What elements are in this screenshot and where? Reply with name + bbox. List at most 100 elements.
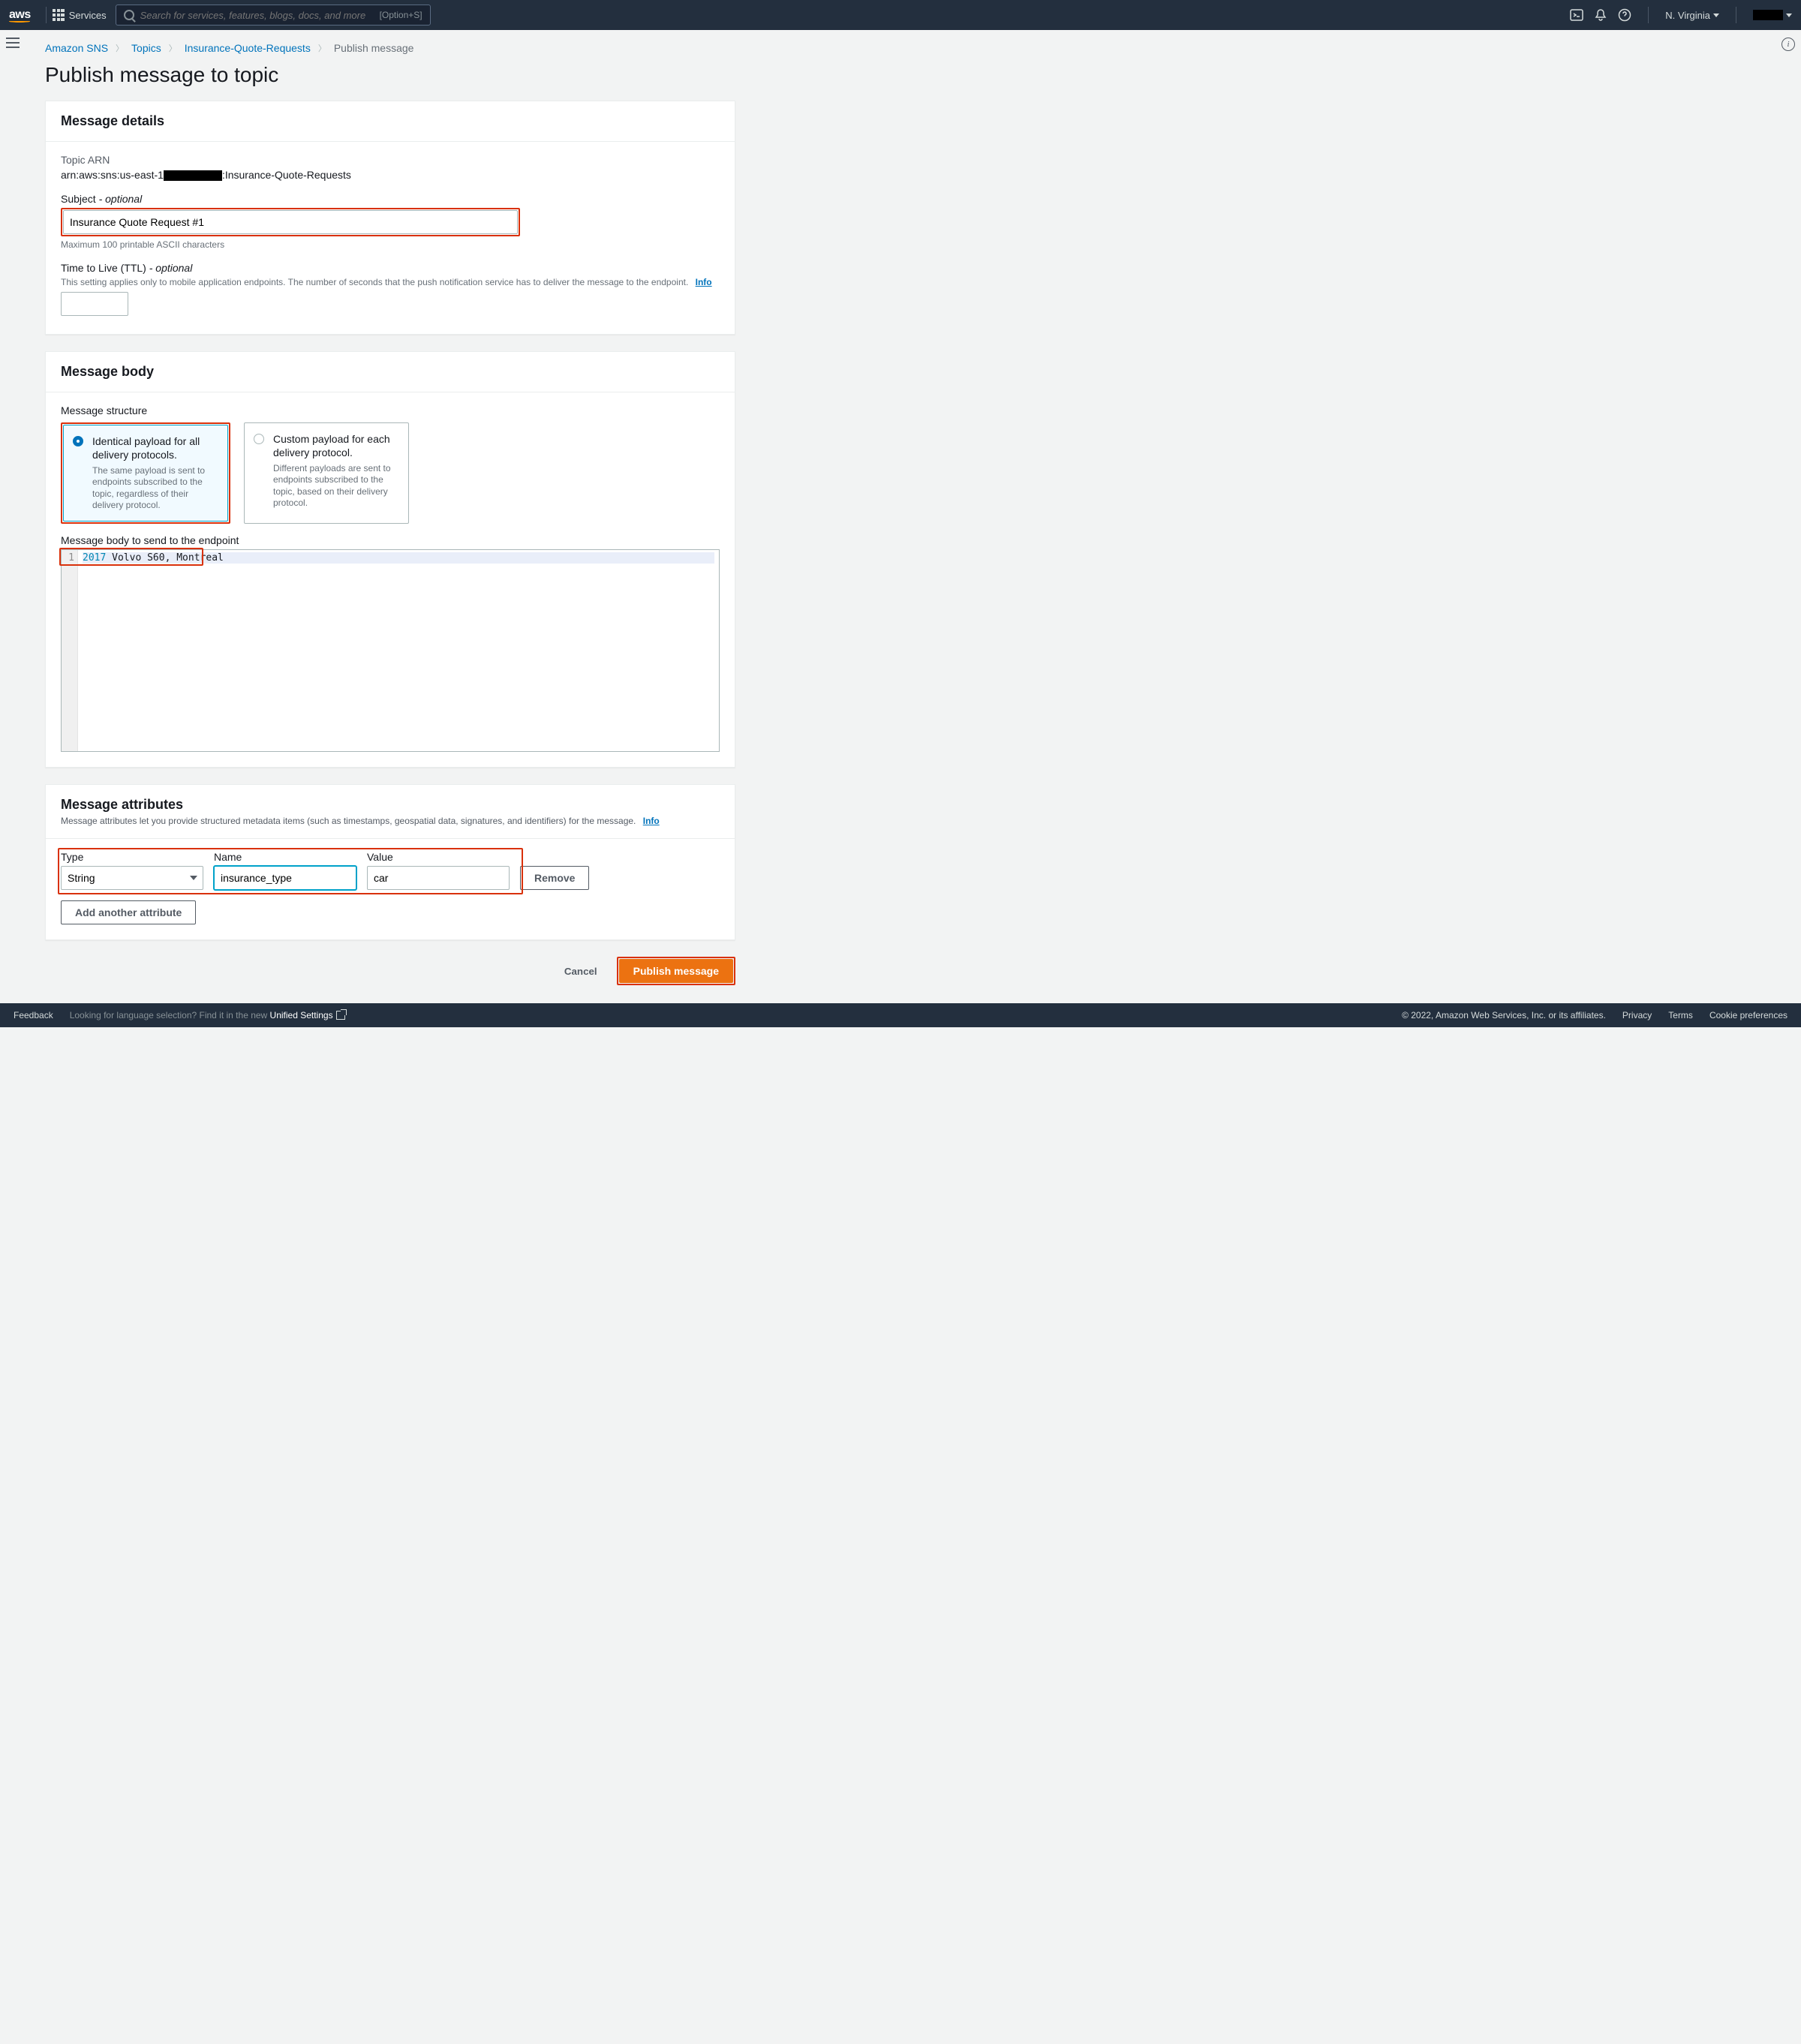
nav-right: N. Virginia (1570, 7, 1792, 23)
cloudshell-icon[interactable] (1570, 8, 1583, 22)
side-nav-toggle[interactable] (6, 38, 20, 48)
type-select-wrap: String (61, 866, 203, 890)
attr-name-col: Name (214, 851, 356, 890)
option-desc: Different payloads are sent to endpoints… (273, 463, 398, 509)
panel-title: Message details (61, 113, 720, 129)
radio-icon (254, 434, 264, 444)
message-attributes-panel: Message attributes Message attributes le… (45, 784, 735, 940)
value-label: Value (367, 851, 510, 863)
panel-desc: Message attributes let you provide struc… (61, 816, 720, 826)
breadcrumb-current: Publish message (334, 42, 414, 54)
structure-label: Message structure (61, 404, 720, 416)
option-title: Identical payload for all delivery proto… (92, 434, 217, 461)
services-label: Services (69, 10, 107, 21)
name-input[interactable] (214, 866, 356, 890)
notifications-icon[interactable] (1594, 8, 1607, 22)
field-label: Time to Live (TTL) - optional (61, 262, 720, 274)
global-nav: aws Services [Option+S] N. Virginia (0, 0, 1801, 30)
structure-option-identical[interactable]: Identical payload for all delivery proto… (63, 425, 228, 522)
field-hint: This setting applies only to mobile appl… (61, 277, 720, 287)
account-menu[interactable] (1753, 10, 1792, 20)
attr-value-col: Value (367, 851, 510, 890)
nav-separator (1648, 7, 1649, 23)
editor-code[interactable]: 2017 Volvo S60, Montreal (78, 550, 719, 751)
info-link[interactable]: Info (696, 277, 712, 287)
add-attribute-button[interactable]: Add another attribute (61, 900, 196, 924)
attribute-row: Type String Name (61, 851, 720, 890)
cookie-preferences-link[interactable]: Cookie preferences (1709, 1010, 1787, 1020)
message-body-editor-section: Message body to send to the endpoint 1 2… (61, 534, 720, 752)
panel-header: Message body (46, 352, 735, 392)
remove-attribute-button[interactable]: Remove (520, 866, 589, 890)
message-details-panel: Message details Topic ARN arn:aws:sns:us… (45, 101, 735, 335)
feedback-link[interactable]: Feedback (14, 1010, 53, 1020)
privacy-link[interactable]: Privacy (1622, 1010, 1652, 1020)
breadcrumb-link[interactable]: Topics (131, 42, 161, 54)
global-search[interactable]: [Option+S] (116, 5, 431, 26)
panel-header: Message details (46, 101, 735, 142)
search-icon (124, 10, 134, 20)
form-actions: Cancel Publish message (45, 957, 735, 985)
topic-arn-field: Topic ARN arn:aws:sns:us-east-1:Insuranc… (61, 154, 720, 181)
page-title: Publish message to topic (45, 63, 735, 87)
unified-settings-link[interactable]: Unified Settings (270, 1010, 333, 1020)
chevron-right-icon: 〉 (169, 42, 177, 54)
ttl-input[interactable] (61, 292, 128, 316)
breadcrumb: Amazon SNS 〉 Topics 〉 Insurance-Quote-Re… (45, 42, 735, 54)
breadcrumb-link[interactable]: Insurance-Quote-Requests (185, 42, 311, 54)
footer-lang-text: Looking for language selection? Find it … (70, 1010, 345, 1020)
main-content: Amazon SNS 〉 Topics 〉 Insurance-Quote-Re… (0, 30, 765, 1003)
name-label: Name (214, 851, 356, 863)
message-body-editor[interactable]: 1 2017 Volvo S60, Montreal (61, 549, 720, 752)
terms-link[interactable]: Terms (1668, 1010, 1693, 1020)
info-link[interactable]: Info (643, 816, 660, 826)
panel-header: Message attributes Message attributes le… (46, 785, 735, 839)
panel-title: Message body (61, 364, 720, 380)
info-icon: i (1781, 38, 1795, 51)
search-input[interactable] (140, 10, 380, 21)
ttl-field: Time to Live (TTL) - optional This setti… (61, 262, 720, 316)
subject-field: Subject - optional Maximum 100 printable… (61, 193, 720, 250)
copyright: © 2022, Amazon Web Services, Inc. or its… (1402, 1010, 1606, 1020)
field-label: Topic ARN (61, 154, 720, 166)
option-title: Custom payload for each delivery protoco… (273, 432, 398, 459)
search-shortcut: [Option+S] (380, 10, 422, 20)
services-menu[interactable]: Services (53, 9, 107, 21)
grid-icon (53, 9, 65, 21)
help-panel-toggle[interactable]: i (1781, 38, 1795, 51)
global-footer: Feedback Looking for language selection?… (0, 1003, 1801, 1027)
redacted-account (164, 170, 222, 181)
region-label: N. Virginia (1665, 10, 1710, 21)
region-selector[interactable]: N. Virginia (1665, 10, 1719, 21)
structure-option-custom[interactable]: Custom payload for each delivery protoco… (244, 422, 409, 524)
field-label: Subject - optional (61, 193, 720, 205)
panel-title: Message attributes (61, 797, 720, 813)
chevron-right-icon: 〉 (318, 42, 326, 54)
caret-down-icon (1713, 14, 1719, 17)
option-desc: The same payload is sent to endpoints su… (92, 465, 217, 512)
aws-logo[interactable]: aws (9, 8, 31, 23)
help-icon[interactable] (1618, 8, 1631, 22)
value-input[interactable] (367, 866, 510, 890)
annotation-box: Identical payload for all delivery proto… (61, 422, 230, 524)
page-area: i Amazon SNS 〉 Topics 〉 Insurance-Quote-… (0, 30, 1801, 1003)
breadcrumb-link[interactable]: Amazon SNS (45, 42, 108, 54)
field-hint: Maximum 100 printable ASCII characters (61, 239, 720, 250)
cancel-button[interactable]: Cancel (555, 960, 606, 983)
radio-icon (73, 436, 83, 446)
type-select[interactable]: String (61, 866, 203, 890)
structure-options: Identical payload for all delivery proto… (61, 422, 720, 524)
annotation-box: Publish message (617, 957, 735, 985)
attr-remove-col: Remove (520, 851, 589, 890)
editor-gutter: 1 (62, 550, 78, 751)
account-name-redacted (1753, 10, 1783, 20)
editor-label: Message body to send to the endpoint (61, 534, 720, 546)
topic-arn-value: arn:aws:sns:us-east-1:Insurance-Quote-Re… (61, 169, 720, 181)
external-link-icon (336, 1011, 345, 1020)
nav-separator (46, 7, 47, 23)
annotation-box (61, 208, 520, 236)
publish-message-button[interactable]: Publish message (619, 959, 733, 983)
type-label: Type (61, 851, 203, 863)
caret-down-icon (1786, 14, 1792, 17)
subject-input[interactable] (63, 210, 518, 234)
